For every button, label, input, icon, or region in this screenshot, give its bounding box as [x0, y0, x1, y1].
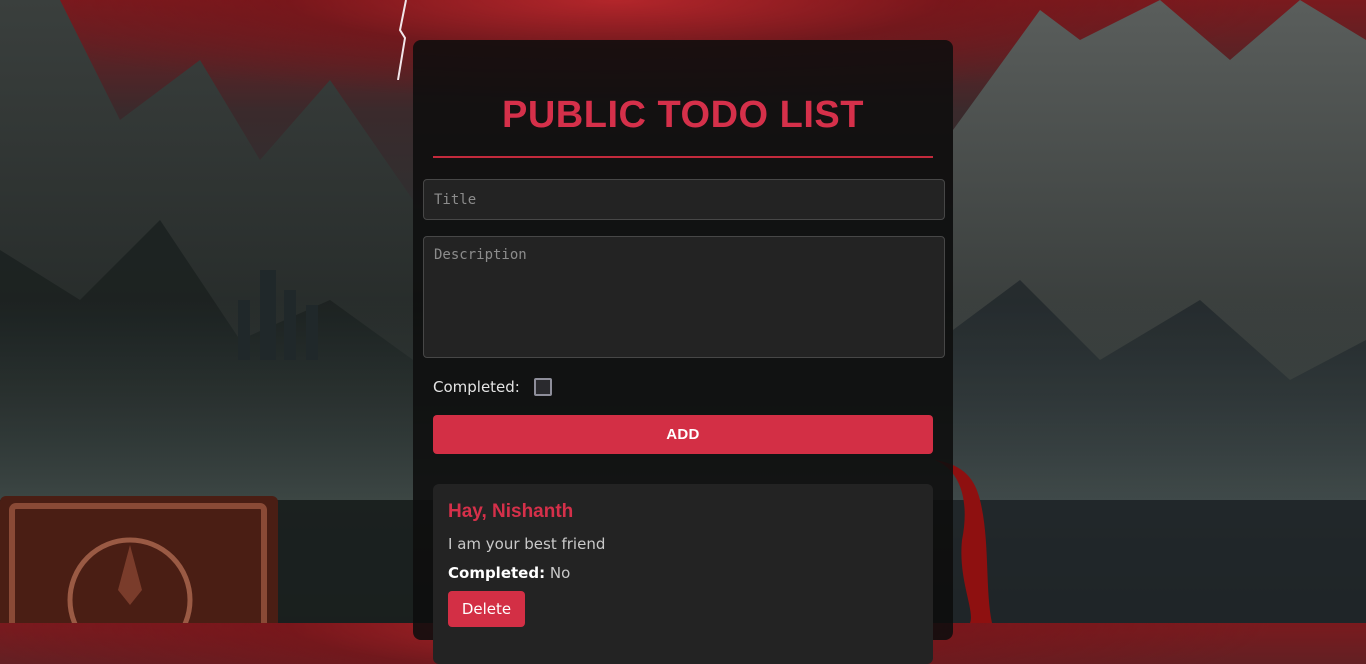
completed-row: Completed: [433, 376, 552, 398]
description-textarea[interactable] [423, 236, 945, 358]
todo-card: Hay, Nishanth I am your best friend Comp… [433, 484, 933, 664]
todo-status-label: Completed: [448, 564, 546, 582]
completed-label: Completed: [433, 378, 520, 396]
todo-status: Completed: No [448, 564, 570, 582]
page-title: PUBLIC TODO LIST [502, 94, 864, 136]
todo-description: I am your best friend [448, 535, 606, 553]
todo-title: Hay, Nishanth [448, 501, 574, 522]
todo-status-value: No [549, 564, 571, 582]
title-input[interactable] [423, 179, 945, 220]
checkbox-unchecked-icon[interactable] [533, 378, 552, 396]
delete-button[interactable]: Delete [448, 591, 525, 627]
title-divider [433, 156, 933, 158]
lightning-icon [397, 0, 407, 80]
add-button[interactable]: ADD [433, 415, 933, 454]
todo-panel: PUBLIC TODO LIST Completed: ADD Hay, Nis… [413, 40, 953, 664]
